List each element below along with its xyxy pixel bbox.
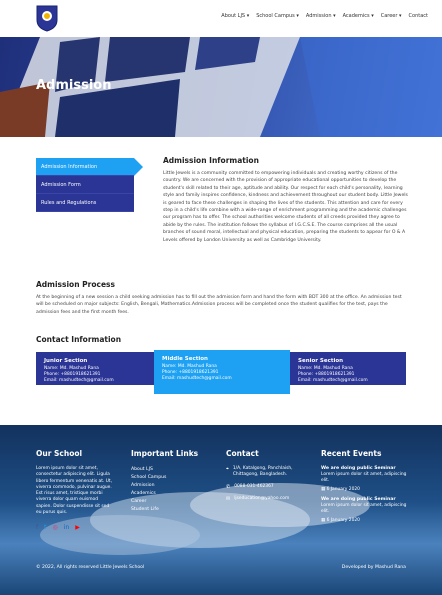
contact-cards: Junior Section Name: Md. Mashud Rana Pho… [36,350,406,394]
sidebar-item-admission-information[interactable]: Admission Information [36,158,143,176]
card-title: Middle Section [162,356,208,362]
contact-card-senior: Senior Section Name: Md. Mashud Rana Pho… [290,352,406,385]
section-title: Admission Information [163,156,259,165]
event-date: 6 January 2020 [326,518,360,523]
card-email: Email: mashudtech@gmail.com [162,376,232,381]
nav-contact[interactable]: Contact [409,13,428,19]
footer-link[interactable]: Academics [131,490,211,498]
phone-icon: ✆ [226,484,231,490]
linkedin-icon[interactable]: in [64,524,69,531]
contact-address: 1/A, Katalgong, Panchlaish, Chittagong, … [232,466,293,477]
developer-credit: Developed by Mashud Rana [341,565,406,570]
main-nav: About LJS ▾ School Campus ▾ Admission ▾ … [221,13,428,19]
calendar-icon: ▦ [321,487,326,492]
hero-banner: Admission [0,37,442,137]
footer-important-links: Important Links About LJS School Campus … [131,449,211,514]
copyright: © 2022, All rights reserved Little Jewel… [36,565,145,570]
card-title: Junior Section [44,358,88,364]
footer-contact: Contact ⌖ 1/A, Katalgong, Panchlaish, Chi… [226,449,306,508]
admission-process-section: Admission Process At the beginning of a … [36,280,408,316]
nav-academics[interactable]: Academics ▾ [343,13,374,19]
facebook-icon[interactable]: f [36,524,38,531]
youtube-icon[interactable]: ▶ [75,524,80,531]
social-links: f t ◎ in ▶ [36,524,114,531]
active-arrow [134,158,143,176]
contact-phone: 0088-031-462367 [234,484,274,489]
school-logo[interactable] [35,4,59,32]
card-title: Senior Section [298,358,344,364]
sidebar-item-rules[interactable]: Rules and Regulations [36,194,134,212]
footer-heading: Our School [36,449,83,458]
footer-link[interactable]: About LJS [131,466,211,474]
footer-link[interactable]: Student Life [131,506,211,514]
event-desc: Lorem ipsum dolor sit amet, adipiscing e… [321,472,407,483]
card-email: Email: mashudtech@gmail.com [44,378,114,383]
footer-link[interactable]: School Campus [131,474,211,482]
event-desc: Lorem ipsum dolor sit amet, adipiscing e… [321,503,407,514]
section-title: Admission Process [36,280,115,289]
section-text: Little Jewels is a community committed t… [163,171,408,243]
admission-information-section: Admission Information Little Jewels is a… [163,156,408,244]
contact-title: Contact Information [36,335,122,344]
footer-link[interactable]: Career [131,498,211,506]
section-text: At the beginning of a new session a chil… [36,295,402,315]
event-date: 6 January 2020 [326,487,360,492]
event-item[interactable]: We are doing public Seminar Lorem ipsum … [321,497,411,523]
contact-email[interactable]: ljseducation@yahoo.com [234,496,289,502]
footer-heading: Contact [226,449,259,458]
footer-school-text: Lorem ipsum dolor sit amet, consectetur … [36,466,113,516]
twitter-icon[interactable]: t [44,524,46,531]
nav-school-campus[interactable]: School Campus ▾ [256,13,299,19]
email-icon: ✉ [226,496,231,502]
card-email: Email: mashudtech@gmail.com [298,378,368,383]
contact-card-middle: Middle Section Name: Md. Mashud Rana Pho… [154,350,290,394]
location-icon: ⌖ [226,466,229,472]
contact-card-junior: Junior Section Name: Md. Mashud Rana Pho… [36,352,154,385]
nav-about[interactable]: About LJS ▾ [221,13,249,19]
nav-career[interactable]: Career ▾ [381,13,402,19]
nav-admission[interactable]: Admission ▾ [306,13,336,19]
footer-heading: Important Links [131,449,199,458]
footer-recent-events: Recent Events We are doing public Semina… [321,449,411,528]
site-header: About LJS ▾ School Campus ▾ Admission ▾ … [0,0,442,37]
page-title: Admission [36,78,112,93]
footer-heading: Recent Events [321,449,382,458]
calendar-icon: ▦ [321,518,326,523]
sidebar-item-admission-form[interactable]: Admission Form [36,176,134,194]
instagram-icon[interactable]: ◎ [52,524,57,531]
footer-link[interactable]: Admission [131,482,211,490]
footer-our-school: Our School Lorem ipsum dolor sit amet, c… [36,449,114,531]
admission-sidebar: Admission Information Admission Form Rul… [36,158,143,212]
event-item[interactable]: We are doing public Seminar Lorem ipsum … [321,466,411,492]
